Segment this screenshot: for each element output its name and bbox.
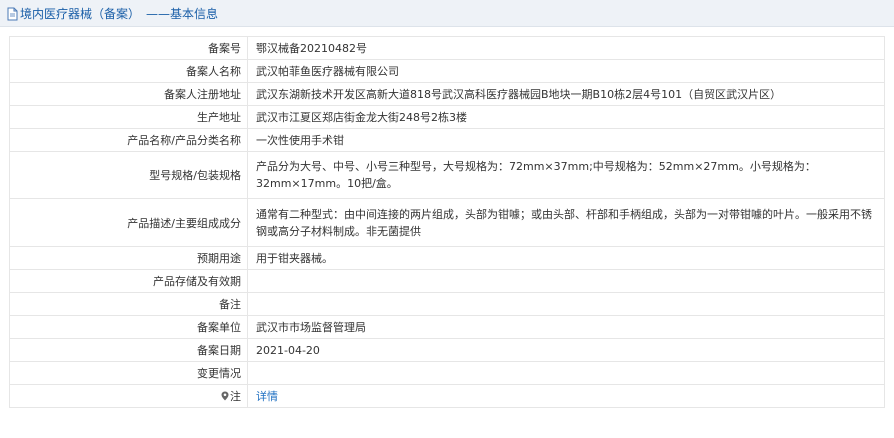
row-label: 产品名称/产品分类名称	[10, 129, 248, 151]
row-label: 生产地址	[10, 106, 248, 128]
row-value: 武汉帕菲鱼医疗器械有限公司	[248, 60, 885, 82]
page-subtitle: ——基本信息	[146, 7, 219, 21]
row-value: 一次性使用手术钳	[248, 129, 885, 151]
row-value: 用于钳夹器械。	[248, 247, 885, 269]
row-value	[248, 362, 885, 384]
row-value: 武汉市市场监督管理局	[248, 316, 885, 338]
page-header: 境内医疗器械（备案） ——基本信息	[0, 0, 894, 27]
row-label: 备案单位	[10, 316, 248, 338]
table-row: 产品存储及有效期	[10, 270, 885, 293]
table-row: 生产地址 武汉市江夏区郑店街金龙大街248号2栋3楼	[10, 106, 885, 129]
row-value: 详情	[248, 385, 885, 407]
table-row: 备注	[10, 293, 885, 316]
row-label: 预期用途	[10, 247, 248, 269]
row-value: 武汉东湖新技术开发区高新大道818号武汉高科医疗器械园B地块一期B10栋2层4号…	[248, 83, 885, 105]
note-label: 注	[230, 390, 241, 403]
row-value: 2021-04-20	[248, 339, 885, 361]
table-row: 备案人注册地址 武汉东湖新技术开发区高新大道818号武汉高科医疗器械园B地块一期…	[10, 83, 885, 106]
row-label: 备案日期	[10, 339, 248, 361]
row-label: 型号规格/包装规格	[10, 152, 248, 198]
row-label: 产品存储及有效期	[10, 270, 248, 292]
row-value: 武汉市江夏区郑店街金龙大街248号2栋3楼	[248, 106, 885, 128]
table-row: 注 详情	[10, 385, 885, 408]
row-label-note: 注	[10, 385, 248, 407]
table-row: 产品名称/产品分类名称 一次性使用手术钳	[10, 129, 885, 152]
table-row: 型号规格/包装规格 产品分为大号、中号、小号三种型号，大号规格为：72mm×37…	[10, 152, 885, 199]
header-title-group: 境内医疗器械（备案） ——基本信息	[7, 6, 218, 21]
row-value: 产品分为大号、中号、小号三种型号，大号规格为：72mm×37mm;中号规格为：5…	[248, 152, 885, 198]
table-row: 变更情况	[10, 362, 885, 385]
row-label: 备案人注册地址	[10, 83, 248, 105]
page-title: 境内医疗器械（备案）	[20, 7, 141, 21]
info-table: 备案号 鄂汉械备20210482号 备案人名称 武汉帕菲鱼医疗器械有限公司 备案…	[9, 36, 885, 408]
row-value	[248, 293, 885, 315]
row-value	[248, 270, 885, 292]
table-row: 备案日期 2021-04-20	[10, 339, 885, 362]
row-label: 产品描述/主要组成成分	[10, 199, 248, 246]
location-pin-icon	[221, 391, 229, 401]
table-row: 备案号 鄂汉械备20210482号	[10, 37, 885, 60]
table-row: 备案单位 武汉市市场监督管理局	[10, 316, 885, 339]
row-value: 鄂汉械备20210482号	[248, 37, 885, 59]
row-label: 备注	[10, 293, 248, 315]
row-label: 备案号	[10, 37, 248, 59]
details-link[interactable]: 详情	[256, 388, 278, 405]
table-row: 产品描述/主要组成成分 通常有二种型式：由中间连接的两片组成，头部为钳噱；或由头…	[10, 199, 885, 247]
row-label: 变更情况	[10, 362, 248, 384]
row-label: 备案人名称	[10, 60, 248, 82]
document-icon	[7, 7, 18, 21]
table-row: 预期用途 用于钳夹器械。	[10, 247, 885, 270]
table-row: 备案人名称 武汉帕菲鱼医疗器械有限公司	[10, 60, 885, 83]
row-value: 通常有二种型式：由中间连接的两片组成，头部为钳噱；或由头部、杆部和手柄组成，头部…	[248, 199, 885, 246]
